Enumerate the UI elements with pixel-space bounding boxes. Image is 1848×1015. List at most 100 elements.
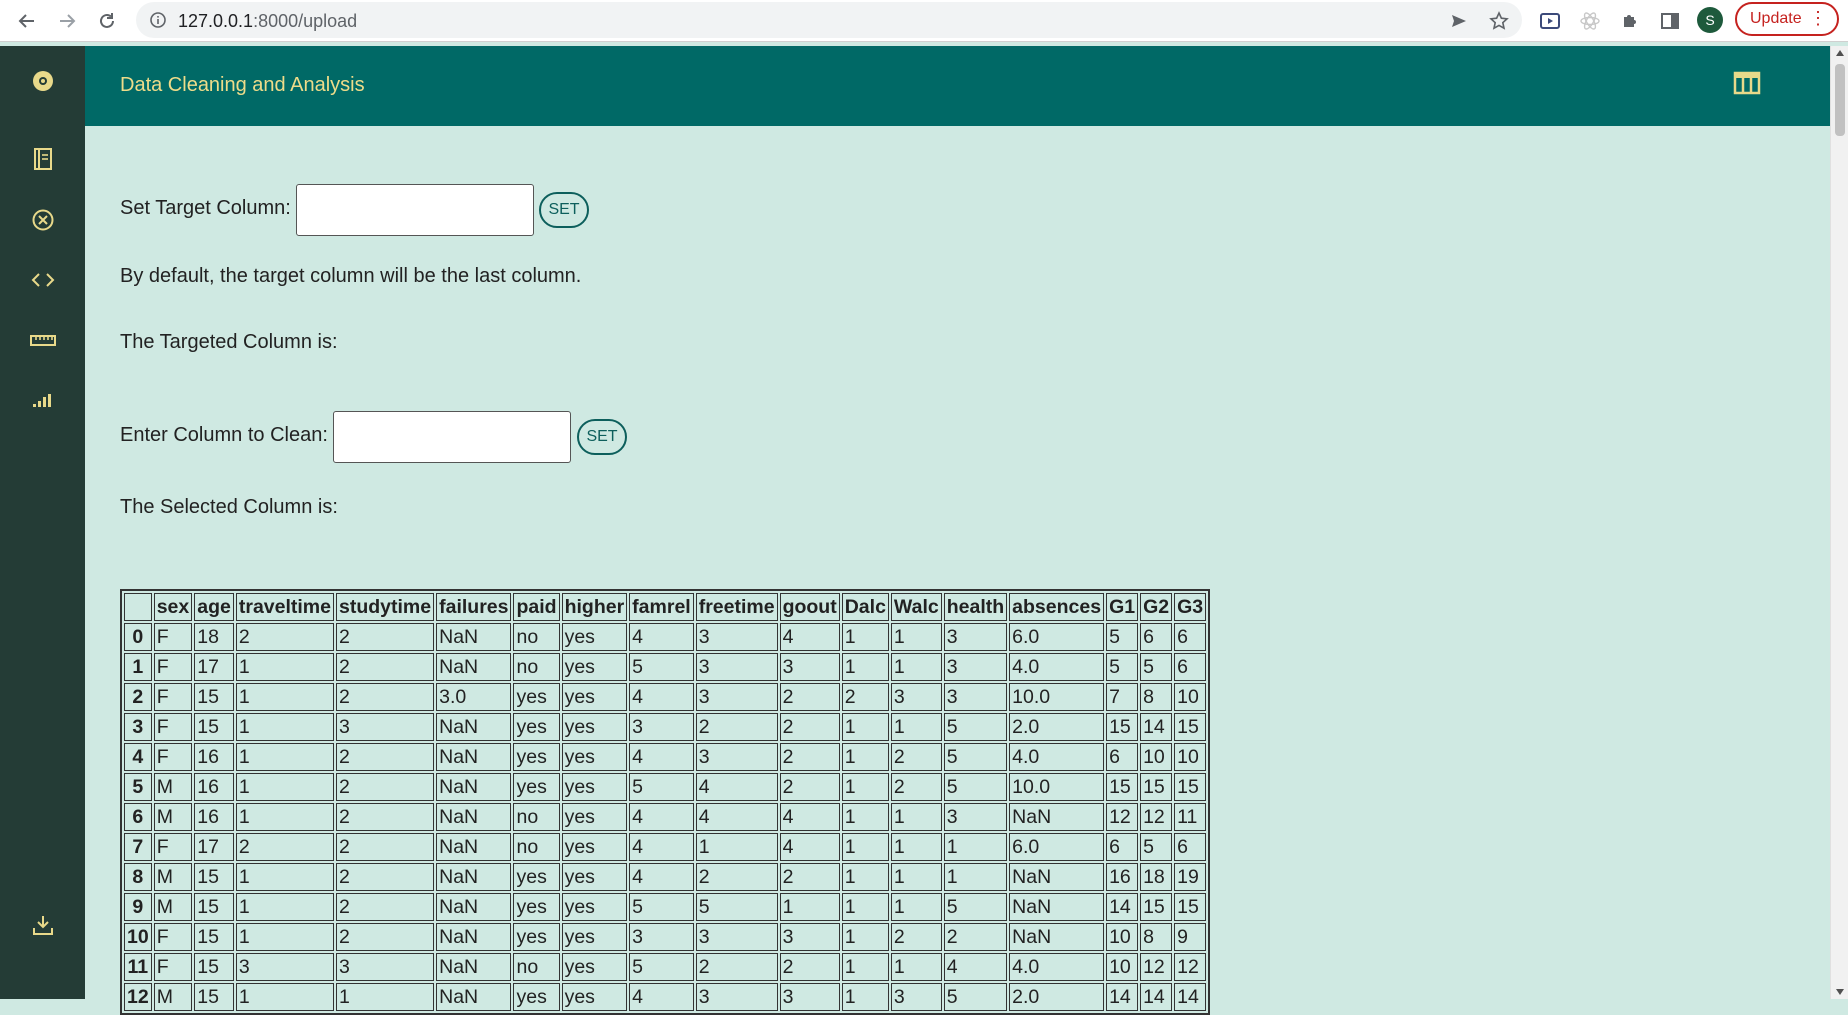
table-cell: NaN (1009, 893, 1105, 921)
side-panel-icon[interactable] (1657, 8, 1683, 34)
table-cell: 6 (1174, 653, 1207, 681)
reload-button[interactable] (94, 8, 120, 34)
table-cell: 4 (695, 773, 778, 801)
site-info-icon[interactable] (148, 10, 168, 30)
forward-button[interactable] (54, 8, 80, 34)
row-index: 1 (124, 653, 152, 681)
table-cell: 5 (1106, 623, 1139, 651)
extensions-puzzle-icon[interactable] (1617, 8, 1643, 34)
row-index: 0 (124, 623, 152, 651)
row-index: 4 (124, 743, 152, 771)
table-cell: F (153, 683, 193, 711)
table-cell: 6 (1140, 623, 1173, 651)
update-button[interactable]: Update ⋮ (1735, 2, 1839, 36)
table-cell: 1 (841, 653, 889, 681)
media-icon[interactable] (1537, 8, 1563, 34)
table-row: 1 F 17 1 2 NaN no yes 5 3 3 1 1 3 4.0 5 5 6 (124, 653, 1207, 681)
ruler-icon[interactable] (30, 327, 56, 353)
table-cell: 3.0 (436, 683, 512, 711)
table-cell: yes (513, 863, 560, 891)
column-header: age (194, 593, 234, 621)
table-cell: 1 (841, 893, 889, 921)
set-target-button[interactable]: SET (539, 192, 589, 228)
table-cell: F (153, 743, 193, 771)
notebook-icon[interactable] (30, 146, 56, 172)
table-cell: 12 (1140, 803, 1173, 831)
table-cell: 4 (779, 803, 840, 831)
set-clean-button[interactable]: SET (577, 419, 627, 455)
target-column-input[interactable] (296, 184, 534, 236)
table-cell: 2.0 (1009, 983, 1105, 1011)
table-cell: 4 (629, 983, 694, 1011)
table-cell: 11 (1174, 803, 1207, 831)
table-cell: 15 (1174, 773, 1207, 801)
column-header: studytime (336, 593, 435, 621)
row-index: 10 (124, 923, 152, 951)
table-cell: F (153, 713, 193, 741)
table-cell: 14 (1174, 983, 1207, 1011)
target-column-label: Set Target Column: (120, 197, 291, 219)
table-cell: 4 (629, 743, 694, 771)
table-cell: 3 (695, 743, 778, 771)
address-bar[interactable]: 127.0.0.1:8000/upload (136, 2, 1522, 38)
table-cell: 1 (841, 713, 889, 741)
table-cell: 3 (629, 923, 694, 951)
table-cell: 15 (194, 863, 234, 891)
column-view-icon[interactable] (1733, 70, 1763, 100)
table-cell: 5 (629, 893, 694, 921)
table-cell: 1 (890, 653, 942, 681)
back-button[interactable] (14, 8, 40, 34)
table-cell: yes (561, 923, 628, 951)
table-cell: NaN (436, 803, 512, 831)
table-cell: M (153, 893, 193, 921)
close-circle-icon[interactable] (30, 207, 56, 233)
table-cell: NaN (1009, 803, 1105, 831)
column-header: paid (513, 593, 560, 621)
table-cell: yes (513, 923, 560, 951)
bookmark-star-icon[interactable] (1486, 8, 1512, 34)
react-extension-icon[interactable] (1577, 8, 1603, 34)
scroll-down-icon[interactable] (1836, 989, 1844, 995)
scroll-up-icon[interactable] (1836, 50, 1844, 56)
profile-avatar[interactable]: S (1697, 7, 1723, 33)
table-cell: 3 (943, 623, 1008, 651)
clean-column-input[interactable] (333, 411, 571, 463)
arrow-right-icon (60, 14, 76, 28)
bar-chart-icon[interactable] (30, 387, 56, 413)
selected-column-text: The Selected Column is: (120, 496, 338, 518)
table-cell: 18 (194, 623, 234, 651)
table-cell: 1 (890, 623, 942, 651)
table-cell: 1 (890, 953, 942, 981)
table-cell: 2 (695, 863, 778, 891)
table-cell: 6 (1174, 623, 1207, 651)
table-row: 10 F 15 1 2 NaN yes yes 3 3 3 1 2 2 NaN 10 8 9 (124, 923, 1207, 951)
table-cell: 2 (779, 863, 840, 891)
table-cell: 2 (695, 953, 778, 981)
table-cell: 10 (1140, 743, 1173, 771)
send-tab-icon[interactable] (1446, 8, 1472, 34)
table-cell: 1 (841, 923, 889, 951)
table-cell: yes (513, 743, 560, 771)
table-cell: 4 (695, 803, 778, 831)
clean-column-label: Enter Column to Clean: (120, 424, 328, 446)
table-cell: NaN (436, 623, 512, 651)
table-cell: 1 (235, 653, 334, 681)
table-cell: 15 (1106, 713, 1139, 741)
table-cell: 10 (1174, 683, 1207, 711)
scroll-thumb[interactable] (1835, 64, 1845, 136)
settings-icon[interactable] (30, 68, 56, 94)
table-cell: NaN (1009, 863, 1105, 891)
column-header: sex (153, 593, 193, 621)
table-cell: 2 (890, 923, 942, 951)
table-cell: no (513, 833, 560, 861)
url-text[interactable]: 127.0.0.1:8000/upload (178, 11, 357, 32)
update-label: Update (1750, 10, 1802, 27)
arrow-left-icon (18, 14, 34, 28)
table-cell: 2 (890, 743, 942, 771)
page-scrollbar[interactable] (1830, 46, 1848, 999)
download-icon[interactable] (30, 912, 56, 938)
table-cell: 2 (336, 653, 435, 681)
code-icon[interactable] (30, 267, 56, 293)
table-cell: NaN (436, 863, 512, 891)
table-row: 9 M 15 1 2 NaN yes yes 5 5 1 1 1 5 NaN 14 15 15 (124, 893, 1207, 921)
